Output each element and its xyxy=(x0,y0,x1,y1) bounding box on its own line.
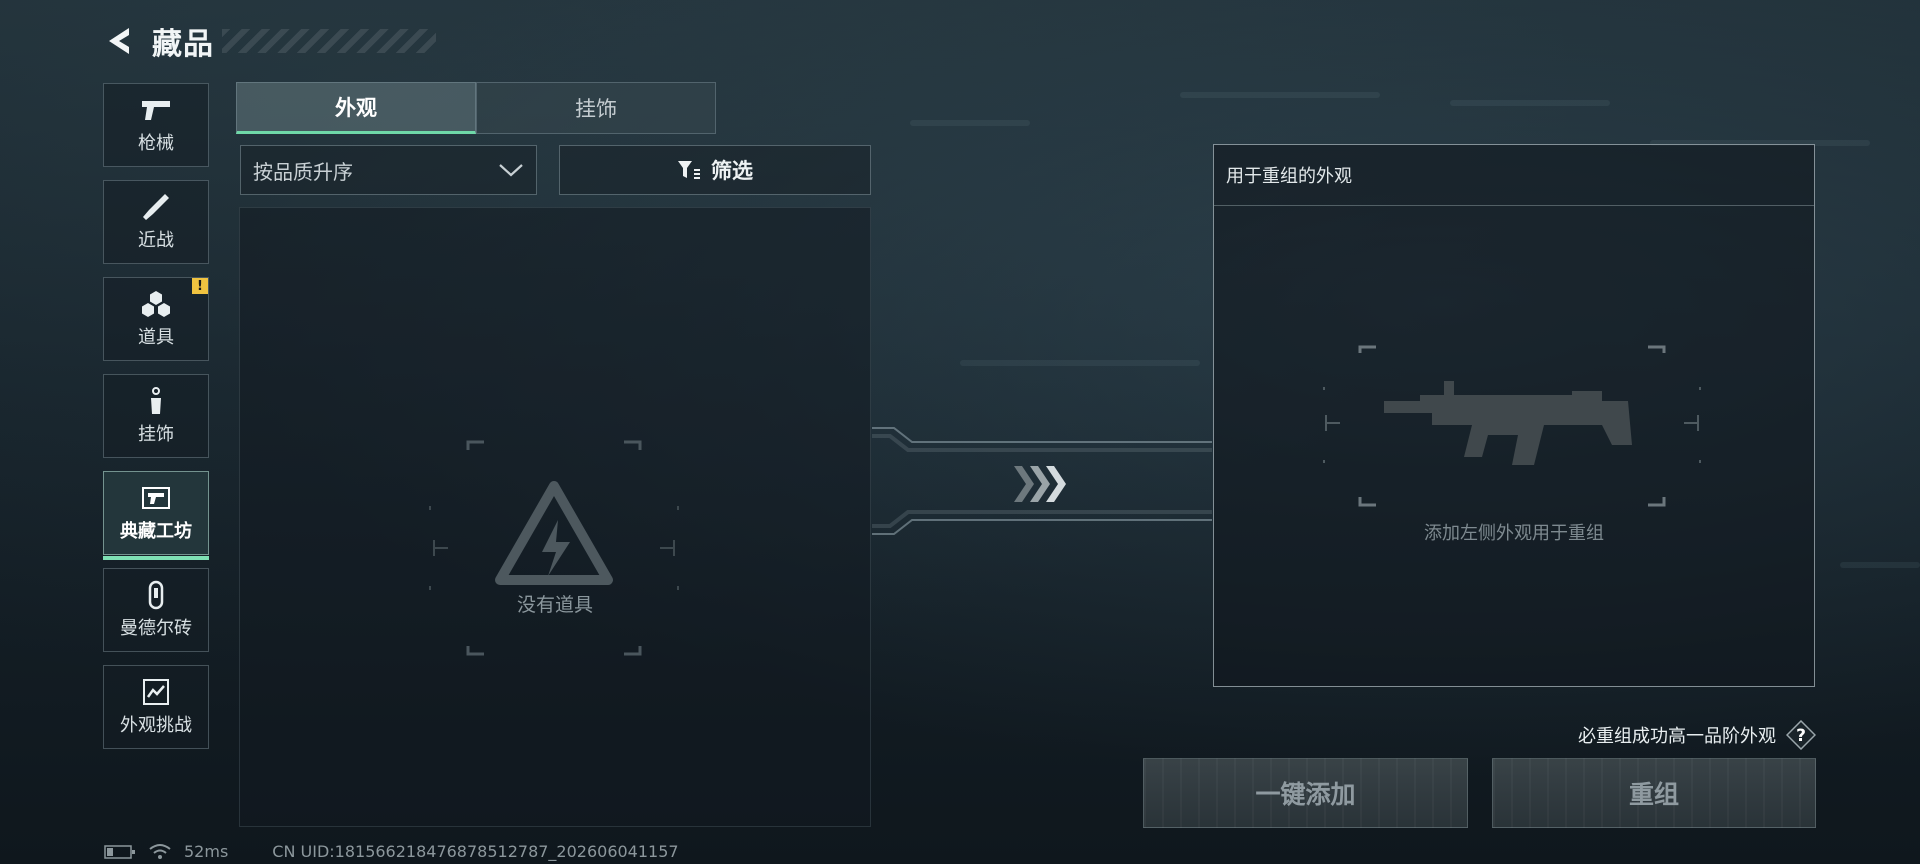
ping-value: 52ms xyxy=(184,842,229,861)
sidebar-item-challenge[interactable]: 外观挑战 xyxy=(103,665,209,749)
sidebar-item-guns[interactable]: 枪械 xyxy=(103,83,209,167)
title-decoration xyxy=(222,29,436,53)
sidebar-item-label: 典藏工坊 xyxy=(120,521,192,542)
challenge-icon xyxy=(139,677,173,707)
recombine-button[interactable]: 重组 xyxy=(1492,758,1816,828)
chevron-down-icon xyxy=(499,164,523,177)
status-bar: 52ms CN UID:181566218476878512787_202606… xyxy=(104,842,679,861)
battery-icon xyxy=(104,844,135,859)
uid-text: CN UID:181566218476878512787_20260604115… xyxy=(272,842,679,861)
recombine-panel[interactable]: 用于重组的外观 添加左侧外观用于重组 xyxy=(1213,144,1815,687)
sidebar-item-label: 道具 xyxy=(138,327,174,348)
sort-value: 按品质升序 xyxy=(253,159,353,184)
warning-badge: ! xyxy=(192,278,208,294)
sidebar-item-label: 曼德尔砖 xyxy=(120,618,192,639)
bg-streak xyxy=(1450,100,1610,106)
tab-appearance[interactable]: 外观 xyxy=(236,82,476,134)
wifi-icon xyxy=(149,843,171,859)
empty-logo-icon xyxy=(429,440,679,656)
sort-dropdown[interactable]: 按品质升序 xyxy=(240,145,537,195)
pistol-icon xyxy=(139,95,173,125)
question-icon: ? xyxy=(1786,720,1816,750)
sidebar-item-items[interactable]: ! 道具 xyxy=(103,277,209,361)
charm-icon xyxy=(139,386,173,416)
sidebar-item-label: 挂饰 xyxy=(138,424,174,445)
help-button[interactable]: ? xyxy=(1786,720,1816,750)
back-arrow-icon xyxy=(109,28,129,54)
bg-streak xyxy=(1180,92,1380,98)
workshop-icon xyxy=(139,483,173,513)
filter-button[interactable]: 筛选 xyxy=(559,145,871,195)
sidebar-item-charms[interactable]: 挂饰 xyxy=(103,374,209,458)
tab-charms[interactable]: 挂饰 xyxy=(476,82,716,134)
recombine-hint: 添加左侧外观用于重组 xyxy=(1424,523,1604,544)
arrow-right-icon xyxy=(1014,466,1066,502)
knife-icon xyxy=(139,192,173,222)
bg-streak xyxy=(910,120,1030,126)
page-header: 藏品 xyxy=(104,20,436,62)
guarantee-text: 必重组成功高一品阶外观 xyxy=(1578,726,1776,747)
bg-streak xyxy=(1840,562,1920,568)
sidebar-item-label: 外观挑战 xyxy=(120,715,192,736)
sidebar-item-label: 近战 xyxy=(138,230,174,251)
sidebar-item-mandel-brick[interactable]: 曼德尔砖 xyxy=(103,568,209,652)
bg-streak xyxy=(960,360,1200,366)
sidebar-item-workshop[interactable]: 典藏工坊 xyxy=(103,471,209,560)
page-title: 藏品 xyxy=(152,27,214,62)
recombine-title: 用于重组的外观 xyxy=(1214,145,1814,206)
add-all-button[interactable]: 一键添加 xyxy=(1143,758,1468,828)
empty-text: 没有道具 xyxy=(516,594,593,616)
item-list-panel[interactable]: 没有道具 xyxy=(239,207,871,827)
filter-icon xyxy=(677,159,701,181)
category-sidebar: 枪械 近战 ! 道具 挂饰 典藏工坊 曼德尔砖 外观挑战 xyxy=(103,83,211,762)
tab-bar: 外观 挂饰 xyxy=(236,82,716,134)
rifle-icon xyxy=(1323,345,1701,507)
weapon-placeholder xyxy=(1312,345,1712,515)
sidebar-item-label: 枪械 xyxy=(138,133,174,154)
empty-state xyxy=(420,438,688,658)
guarantee-info: 必重组成功高一品阶外观 ? xyxy=(1578,720,1816,750)
filter-label: 筛选 xyxy=(711,159,753,183)
sidebar-item-melee[interactable]: 近战 xyxy=(103,180,209,264)
question-mark: ? xyxy=(1796,726,1806,746)
grenade-icon xyxy=(139,289,173,319)
back-button[interactable] xyxy=(104,24,138,58)
mandel-brick-icon xyxy=(139,580,173,610)
